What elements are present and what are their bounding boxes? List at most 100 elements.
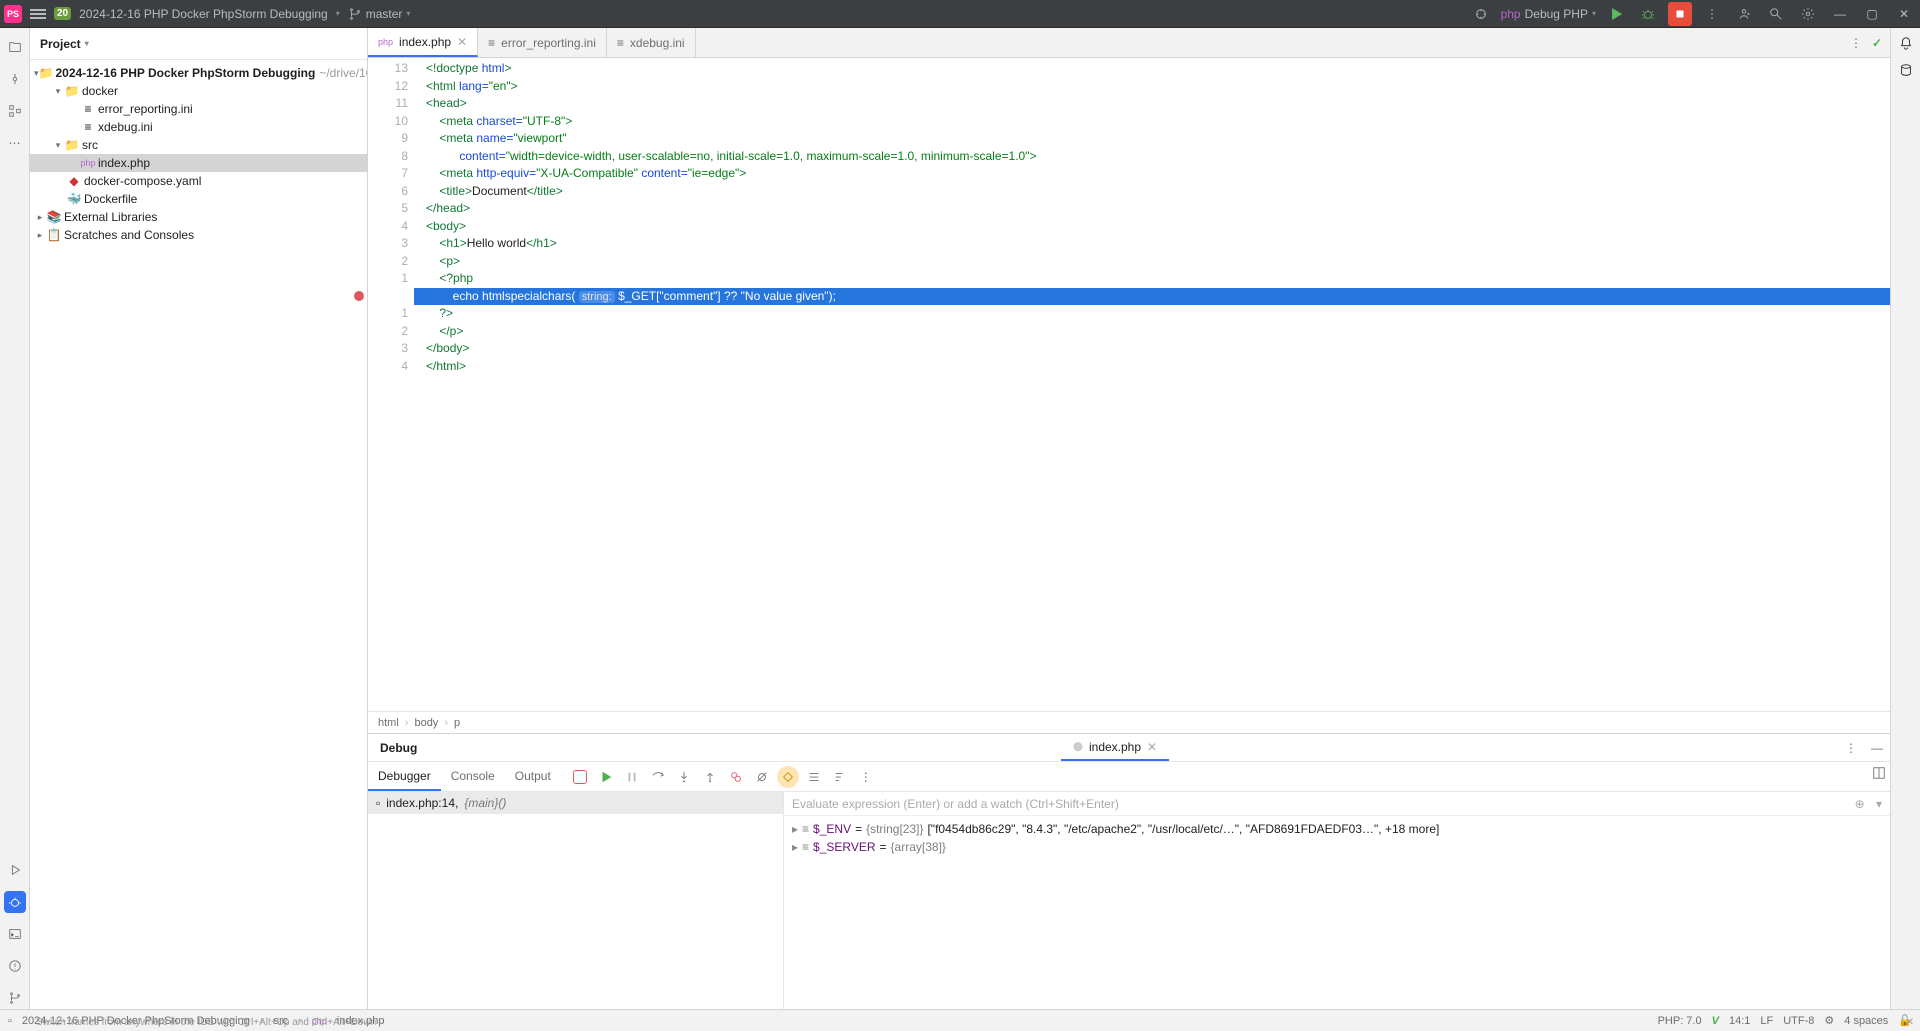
scratches-icon: 📋	[46, 228, 62, 242]
ini-file-icon: ≡	[617, 36, 624, 50]
commit-tool-icon[interactable]	[4, 68, 26, 90]
editor-tab[interactable]: ≡ xdebug.ini	[607, 28, 696, 57]
step-out-button[interactable]	[699, 766, 721, 788]
expand-icon[interactable]: ▾	[1876, 797, 1882, 811]
sort-button[interactable]	[829, 766, 851, 788]
expand-toggle-icon[interactable]: ▸	[792, 840, 798, 854]
folder-icon: 📁	[64, 138, 80, 152]
services-tool-icon[interactable]	[4, 859, 26, 881]
step-over-button[interactable]	[647, 766, 669, 788]
step-into-button[interactable]	[673, 766, 695, 788]
maximize-icon[interactable]: ▢	[1860, 2, 1884, 26]
more-icon[interactable]: ⋮	[855, 766, 877, 788]
tree-folder[interactable]: ▾📁 src	[30, 136, 367, 154]
breadcrumb-item[interactable]: p	[454, 717, 460, 729]
view-breakpoints-button[interactable]	[725, 766, 747, 788]
tree-scratches[interactable]: ▸📋 Scratches and Consoles	[30, 226, 367, 244]
app-icon: PS	[4, 5, 22, 23]
tree-external[interactable]: ▸📚 External Libraries	[30, 208, 367, 226]
tree-file-selected[interactable]: php index.php	[30, 154, 367, 172]
minimize-panel-icon[interactable]: —	[1864, 734, 1890, 761]
close-tab-icon[interactable]: ✕	[457, 35, 467, 49]
more-icon[interactable]: ⋮	[1838, 734, 1864, 761]
expand-toggle-icon[interactable]: ▸	[792, 822, 798, 836]
var-icon: ≡	[802, 840, 809, 854]
structure-tool-icon[interactable]	[4, 100, 26, 122]
editor-tab[interactable]: ≡ error_reporting.ini	[478, 28, 607, 57]
frames-panel[interactable]: ▫ index.php:14, {main}()	[368, 792, 784, 1009]
tree-file[interactable]: ◆ docker-compose.yaml	[30, 172, 367, 190]
left-tool-rail: ⋯	[0, 28, 30, 1009]
search-icon[interactable]	[1764, 2, 1788, 26]
project-name[interactable]: 2024-12-16 PHP Docker PhpStorm Debugging	[79, 7, 328, 21]
code-area[interactable]: <!doctype html><html lang="en"><head> <m…	[414, 58, 1890, 711]
minimize-icon[interactable]: —	[1828, 2, 1852, 26]
stack-frame[interactable]: ▫ index.php:14, {main}()	[368, 792, 783, 814]
ini-file-icon: ≡	[488, 36, 495, 50]
debug-button[interactable]	[1636, 2, 1660, 26]
project-tool-icon[interactable]	[4, 36, 26, 58]
tree-file[interactable]: ≡ xdebug.ini	[30, 118, 367, 136]
chevron-down-icon[interactable]: ▾	[336, 9, 340, 18]
more-icon[interactable]: ⋮	[1700, 2, 1724, 26]
editor[interactable]: 131211109876543211234 <!doctype html><ht…	[368, 58, 1890, 711]
inspection-ok-icon[interactable]: ✓	[1872, 36, 1882, 50]
docker-file-icon: 🐳	[66, 192, 82, 206]
tree-folder[interactable]: ▾📁 docker	[30, 82, 367, 100]
file-icon: ≡	[80, 102, 96, 116]
evaluate-input[interactable]: Evaluate expression (Enter) or add a wat…	[784, 792, 1890, 816]
project-tree[interactable]: ▾ 📁 2024-12-16 PHP Docker PhpStorm Debug…	[30, 60, 367, 1009]
breadcrumb-bar: html › body › p	[368, 711, 1890, 733]
run-config-selector[interactable]: php Debug PHP ▾	[1501, 7, 1596, 21]
tree-file[interactable]: 🐳 Dockerfile	[30, 190, 367, 208]
variable-row[interactable]: ▸ ≡ $_SERVER = {array[38]}	[792, 838, 1882, 856]
chevron-down-icon[interactable]: ▾	[85, 39, 89, 48]
yaml-file-icon: ◆	[66, 174, 82, 188]
debug-panel: Debug ⬤ index.php ✕ ⋮ — Debugger Console…	[368, 733, 1890, 1009]
problems-tool-icon[interactable]	[4, 955, 26, 977]
database-tool-icon[interactable]	[1899, 63, 1913, 80]
title-bar: PS 20 2024-12-16 PHP Docker PhpStorm Deb…	[0, 0, 1920, 28]
status-project-icon[interactable]: ▫	[8, 1015, 12, 1027]
terminal-tool-icon[interactable]	[4, 923, 26, 945]
editor-tab[interactable]: php index.php ✕	[368, 28, 478, 57]
tree-file[interactable]: ≡ error_reporting.ini	[30, 100, 367, 118]
pause-button[interactable]	[621, 766, 643, 788]
code-with-me-icon[interactable]	[1732, 2, 1756, 26]
stop-debug-button[interactable]	[569, 766, 591, 788]
run-button[interactable]	[1604, 2, 1628, 26]
variable-row[interactable]: ▸ ≡ $_ENV = {string[23]} ["f0454db86c29"…	[792, 820, 1882, 838]
output-subtab[interactable]: Output	[505, 762, 561, 791]
settings-button[interactable]	[777, 766, 799, 788]
frame-file-icon: ▫	[376, 796, 380, 810]
gutter[interactable]: 131211109876543211234	[368, 58, 414, 711]
resume-button[interactable]	[595, 766, 617, 788]
console-subtab[interactable]: Console	[441, 762, 505, 791]
threads-button[interactable]	[803, 766, 825, 788]
right-tool-rail	[1890, 28, 1920, 1009]
breadcrumb-item[interactable]: html	[378, 717, 399, 729]
stop-button[interactable]	[1668, 2, 1692, 26]
mute-breakpoints-button[interactable]	[751, 766, 773, 788]
more-tabs-icon[interactable]: ⋮	[1850, 36, 1862, 50]
vcs-branch[interactable]: master ▾	[348, 7, 411, 21]
updates-icon[interactable]	[1469, 2, 1493, 26]
close-icon[interactable]: ✕	[1147, 740, 1157, 754]
vcs-tool-icon[interactable]	[4, 987, 26, 1009]
close-hint-icon[interactable]: ✕	[1906, 1017, 1914, 1028]
layout-button[interactable]	[1868, 762, 1890, 784]
more-tools-icon[interactable]: ⋯	[4, 132, 26, 154]
main-menu-icon[interactable]	[30, 6, 46, 22]
tree-root[interactable]: ▾ 📁 2024-12-16 PHP Docker PhpStorm Debug…	[30, 64, 367, 82]
project-panel-header[interactable]: Project ▾	[30, 28, 367, 60]
breadcrumb-item[interactable]: body	[414, 717, 438, 729]
debug-tab-main[interactable]: Debug	[368, 734, 1061, 761]
add-watch-icon[interactable]: ⊕	[1855, 797, 1865, 811]
debugger-subtab[interactable]: Debugger	[368, 762, 441, 791]
debug-tab-session[interactable]: ⬤ index.php ✕	[1061, 734, 1169, 761]
folder-icon: 📁	[39, 66, 54, 80]
debug-tool-icon[interactable]	[4, 891, 26, 913]
notifications-icon[interactable]	[1899, 36, 1913, 53]
close-icon[interactable]: ✕	[1892, 2, 1916, 26]
settings-icon[interactable]	[1796, 2, 1820, 26]
